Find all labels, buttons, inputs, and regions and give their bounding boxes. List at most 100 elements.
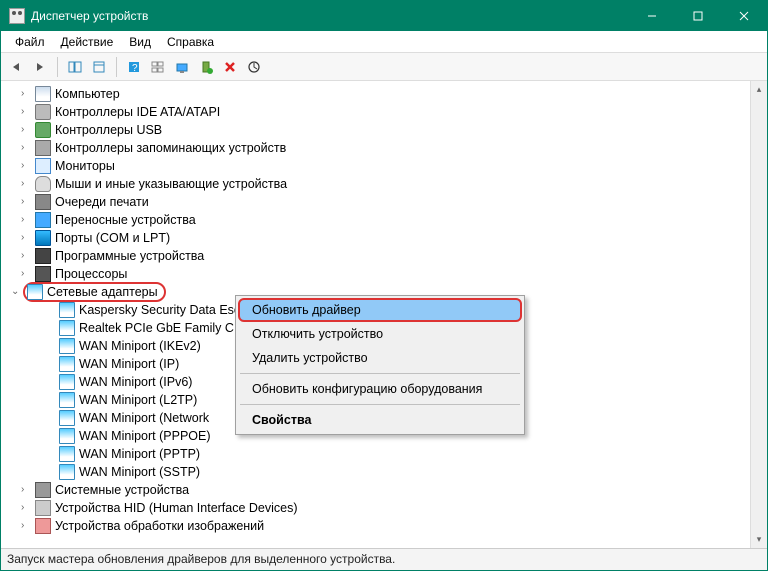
tree-item-portable[interactable]: ›Переносные устройства: [9, 211, 750, 229]
forward-button[interactable]: [29, 56, 51, 78]
tree-label: Мыши и иные указывающие устройства: [55, 177, 287, 191]
mouse-icon: [35, 176, 51, 192]
network-icon: [59, 410, 75, 426]
help-button[interactable]: ?: [123, 56, 145, 78]
drive-icon: [35, 104, 51, 120]
window-title: Диспетчер устройств: [31, 9, 148, 23]
chevron-right-icon[interactable]: ›: [21, 502, 31, 512]
chevron-right-icon[interactable]: ›: [21, 196, 31, 206]
statusbar: Запуск мастера обновления драйверов для …: [1, 548, 767, 570]
tree-item-imaging[interactable]: ›Устройства обработки изображений: [9, 517, 750, 535]
chevron-right-icon[interactable]: ›: [21, 520, 31, 530]
tree-item-monitors[interactable]: ›Мониторы: [9, 157, 750, 175]
update-button[interactable]: [243, 56, 265, 78]
uninstall-button[interactable]: [219, 56, 241, 78]
chevron-right-icon[interactable]: ›: [21, 160, 31, 170]
content-area: ›Компьютер ›Контроллеры IDE ATA/ATAPI › К…: [1, 81, 767, 548]
back-button[interactable]: [5, 56, 27, 78]
imaging-icon: [35, 518, 51, 534]
toolbar: ?: [1, 53, 767, 81]
tile-button[interactable]: [147, 56, 169, 78]
show-hide-tree-button[interactable]: [64, 56, 86, 78]
app-icon: [9, 8, 25, 24]
chevron-right-icon[interactable]: ›: [21, 124, 31, 134]
chevron-down-icon[interactable]: ⌄: [11, 286, 21, 296]
context-scan-hardware[interactable]: Обновить конфигурацию оборудования: [238, 377, 522, 401]
network-icon: [59, 356, 75, 372]
tree-item-computer[interactable]: ›Компьютер: [9, 85, 750, 103]
close-button[interactable]: [721, 1, 767, 31]
tree-label: WAN Miniport (IP): [79, 357, 179, 371]
menu-action[interactable]: Действие: [53, 33, 122, 51]
tree-item-adapter[interactable]: WAN Miniport (SSTP): [9, 463, 750, 481]
tree-label: Очереди печати: [55, 195, 149, 209]
tree-item-ports[interactable]: › Порты (COM и LPT): [9, 229, 750, 247]
tree-item-system-devices[interactable]: › Системные устройства: [9, 481, 750, 499]
chevron-right-icon[interactable]: ›: [21, 88, 31, 98]
tree-item-usb[interactable]: › Контроллеры USB: [9, 121, 750, 139]
hid-icon: [35, 500, 51, 516]
scan-hardware-button[interactable]: [171, 56, 193, 78]
status-text: Запуск мастера обновления драйверов для …: [7, 552, 395, 566]
context-uninstall-device[interactable]: Удалить устройство: [238, 346, 522, 370]
tree-label: Сетевые адаптеры: [47, 285, 158, 299]
svg-text:?: ?: [132, 63, 138, 74]
context-properties[interactable]: Свойства: [238, 408, 522, 432]
tree-item-mice[interactable]: › Мыши и иные указывающие устройства: [9, 175, 750, 193]
menu-view[interactable]: Вид: [121, 33, 159, 51]
maximize-button[interactable]: [675, 1, 721, 31]
tree-label: WAN Miniport (IKEv2): [79, 339, 201, 353]
printer-icon: [35, 194, 51, 210]
chevron-right-icon[interactable]: ›: [21, 484, 31, 494]
scroll-down-button[interactable]: ▾: [751, 531, 767, 548]
tree-item-ide[interactable]: ›Контроллеры IDE ATA/ATAPI: [9, 103, 750, 121]
tree-item-storage[interactable]: › Контроллеры запоминающих устройств: [9, 139, 750, 157]
cpu-icon: [35, 266, 51, 282]
tree-label: Системные устройства: [55, 483, 189, 497]
tree-label: WAN Miniport (SSTP): [79, 465, 200, 479]
tree-label: Контроллеры USB: [55, 123, 162, 137]
tree-label: Realtek PCIe GbE Family C: [79, 321, 234, 335]
tree-label: Процессоры: [55, 267, 127, 281]
tree-label: Программные устройства: [55, 249, 204, 263]
menu-help[interactable]: Справка: [159, 33, 222, 51]
chevron-right-icon[interactable]: ›: [21, 214, 31, 224]
chevron-right-icon[interactable]: ›: [21, 178, 31, 188]
tree-item-processors[interactable]: › Процессоры: [9, 265, 750, 283]
port-icon: [35, 230, 51, 246]
tree-label: WAN Miniport (L2TP): [79, 393, 197, 407]
scroll-track[interactable]: [751, 98, 767, 531]
tree-label: Контроллеры запоминающих устройств: [55, 141, 286, 155]
tree-label: Порты (COM и LPT): [55, 231, 170, 245]
software-icon: [35, 248, 51, 264]
network-icon: [59, 338, 75, 354]
network-icon: [59, 320, 75, 336]
scroll-up-button[interactable]: ▴: [751, 81, 767, 98]
context-menu: Обновить драйвер Отключить устройство Уд…: [235, 295, 525, 435]
monitor-icon: [35, 158, 51, 174]
vertical-scrollbar[interactable]: ▴ ▾: [750, 81, 767, 548]
tree-label: WAN Miniport (PPTP): [79, 447, 200, 461]
titlebar: Диспетчер устройств: [1, 1, 767, 31]
chevron-right-icon[interactable]: ›: [21, 142, 31, 152]
minimize-button[interactable]: [629, 1, 675, 31]
tree-item-hid[interactable]: › Устройства HID (Human Interface Devices…: [9, 499, 750, 517]
chevron-right-icon[interactable]: ›: [21, 268, 31, 278]
computer-icon: [35, 86, 51, 102]
tree-item-print-queues[interactable]: › Очереди печати: [9, 193, 750, 211]
chevron-right-icon[interactable]: ›: [21, 106, 31, 116]
device-manager-window: Диспетчер устройств Файл Действие Вид Сп…: [0, 0, 768, 571]
chevron-right-icon[interactable]: ›: [21, 250, 31, 260]
chevron-right-icon[interactable]: ›: [21, 232, 31, 242]
properties-button[interactable]: [88, 56, 110, 78]
menubar: Файл Действие Вид Справка: [1, 31, 767, 53]
menu-file[interactable]: Файл: [7, 33, 53, 51]
tree-item-adapter[interactable]: WAN Miniport (PPTP): [9, 445, 750, 463]
network-icon: [59, 428, 75, 444]
add-hardware-button[interactable]: [195, 56, 217, 78]
network-icon: [59, 446, 75, 462]
tree-item-software-devices[interactable]: › Программные устройства: [9, 247, 750, 265]
context-update-driver[interactable]: Обновить драйвер: [238, 298, 522, 322]
context-disable-device[interactable]: Отключить устройство: [238, 322, 522, 346]
tree-label: Устройства HID (Human Interface Devices): [55, 501, 298, 515]
